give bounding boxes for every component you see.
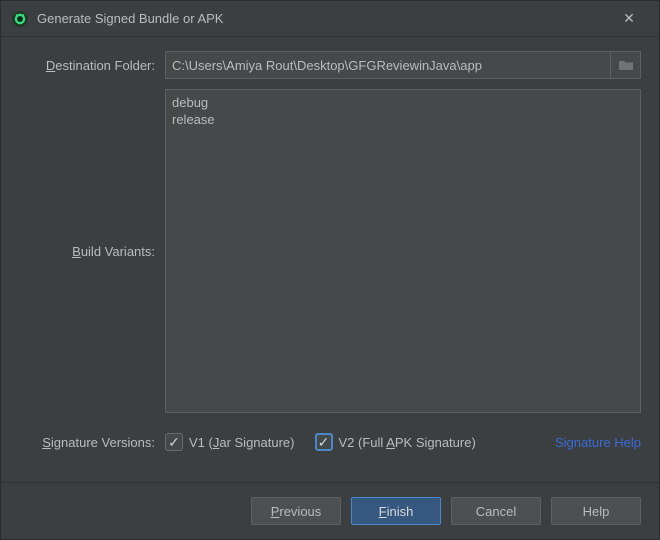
build-variants-row: Build Variants: debug release xyxy=(19,89,641,413)
cancel-button[interactable]: Cancel xyxy=(451,497,541,525)
dialog-title: Generate Signed Bundle or APK xyxy=(37,11,609,26)
v1-label: V1 (Jar Signature) xyxy=(189,435,295,450)
build-variants-label: Build Variants: xyxy=(19,244,165,259)
signature-versions-row: Signature Versions: ✓ V1 (Jar Signature)… xyxy=(19,423,641,465)
v1-signature-checkbox[interactable]: ✓ V1 (Jar Signature) xyxy=(165,433,295,451)
list-item[interactable]: release xyxy=(172,111,634,128)
v2-signature-checkbox[interactable]: ✓ V2 (Full APK Signature) xyxy=(315,433,476,451)
signature-help-link[interactable]: Signature Help xyxy=(555,435,641,450)
build-label-text: uild Variants: xyxy=(81,244,155,259)
sig-mnemonic: S xyxy=(42,435,51,450)
destination-input[interactable] xyxy=(165,51,611,79)
folder-icon xyxy=(618,59,634,71)
destination-label-text: estination Folder: xyxy=(55,58,155,73)
destination-field-wrap xyxy=(165,51,641,79)
help-button[interactable]: Help xyxy=(551,497,641,525)
previous-button[interactable]: Previous xyxy=(251,497,341,525)
browse-folder-button[interactable] xyxy=(611,51,641,79)
checkbox-icon: ✓ xyxy=(165,433,183,451)
destination-label: Destination Folder: xyxy=(19,58,165,73)
checkbox-icon: ✓ xyxy=(315,433,333,451)
destination-mnemonic: D xyxy=(46,58,55,73)
close-icon[interactable]: ✕ xyxy=(609,10,649,27)
finish-button[interactable]: Finish xyxy=(351,497,441,525)
build-mnemonic: B xyxy=(72,244,81,259)
v2-label: V2 (Full APK Signature) xyxy=(339,435,476,450)
content-area: Destination Folder: Build Variants: debu… xyxy=(1,37,659,482)
list-item[interactable]: debug xyxy=(172,94,634,111)
button-bar: Previous Finish Cancel Help xyxy=(1,482,659,539)
titlebar: Generate Signed Bundle or APK ✕ xyxy=(1,1,659,37)
sig-label-text: ignature Versions: xyxy=(51,435,155,450)
dialog-window: Generate Signed Bundle or APK ✕ Destinat… xyxy=(0,0,660,540)
app-icon xyxy=(11,10,29,28)
destination-row: Destination Folder: xyxy=(19,51,641,79)
build-variants-list[interactable]: debug release xyxy=(165,89,641,413)
signature-versions-label: Signature Versions: xyxy=(19,435,165,450)
